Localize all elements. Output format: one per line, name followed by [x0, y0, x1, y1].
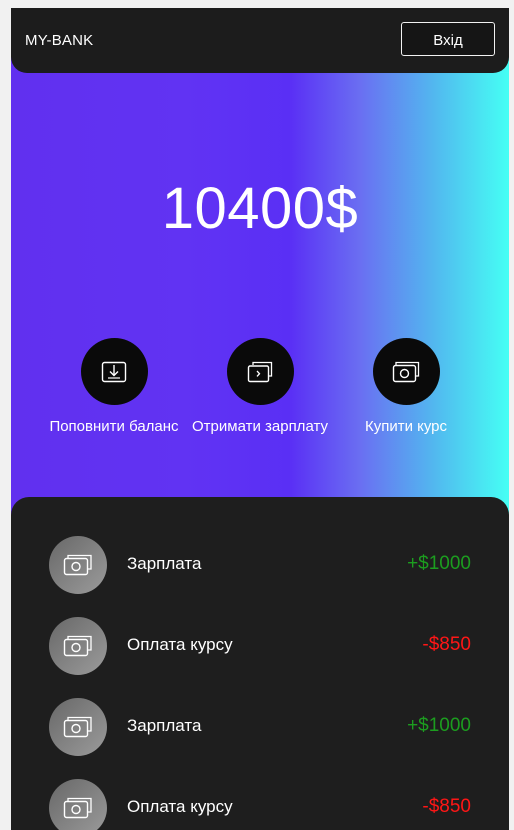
transaction-amount: +$1000	[407, 553, 471, 574]
deposit-action[interactable]: Поповнити баланс	[44, 338, 184, 438]
salary-label: Отримати зарплату	[192, 418, 328, 435]
salary-button[interactable]	[226, 338, 294, 405]
transaction-avatar	[49, 536, 107, 594]
cash-icon	[63, 635, 92, 657]
transaction-avatar	[49, 698, 107, 756]
transaction-amount: -$850	[422, 634, 471, 655]
cash-icon	[392, 361, 420, 382]
buy-course-action[interactable]: Купити курс	[336, 338, 476, 438]
app-frame: MY-BANK Вхід 10400$ Поповнити баланс Отр…	[11, 8, 509, 830]
transactions-panel: Зарплата +$1000 Оплата курсу -$850 Зарпл…	[11, 497, 509, 830]
transaction-title: Зарплата	[127, 554, 202, 573]
transaction-row[interactable]: Оплата курсу -$850	[49, 779, 471, 830]
login-button[interactable]: Вхід	[401, 22, 495, 56]
transaction-avatar	[49, 617, 107, 675]
transaction-row[interactable]: Оплата курсу -$850	[49, 617, 471, 675]
buy-course-button[interactable]	[372, 338, 440, 405]
transaction-avatar	[49, 779, 107, 830]
top-bar: MY-BANK Вхід	[11, 8, 509, 73]
transaction-row[interactable]: Зарплата +$1000	[49, 698, 471, 756]
wallet-icon	[247, 361, 273, 382]
cash-icon	[63, 554, 92, 576]
deposit-label: Поповнити баланс	[49, 418, 179, 435]
balance-amount: 10400$	[161, 176, 359, 241]
deposit-icon	[101, 361, 127, 382]
salary-action[interactable]: Отримати зарплату	[190, 338, 330, 438]
transaction-title: Оплата курсу	[127, 797, 233, 816]
transaction-amount: +$1000	[407, 715, 471, 736]
cash-icon	[63, 797, 92, 819]
cash-icon	[63, 716, 92, 738]
transaction-amount: -$850	[422, 796, 471, 817]
transaction-title: Оплата курсу	[127, 635, 233, 654]
deposit-button[interactable]	[80, 338, 148, 405]
brand-logo[interactable]: MY-BANK	[25, 32, 93, 49]
buy-course-label: Купити курс	[364, 418, 448, 435]
transaction-title: Зарплата	[127, 716, 202, 735]
transaction-row[interactable]: Зарплата +$1000	[49, 536, 471, 594]
